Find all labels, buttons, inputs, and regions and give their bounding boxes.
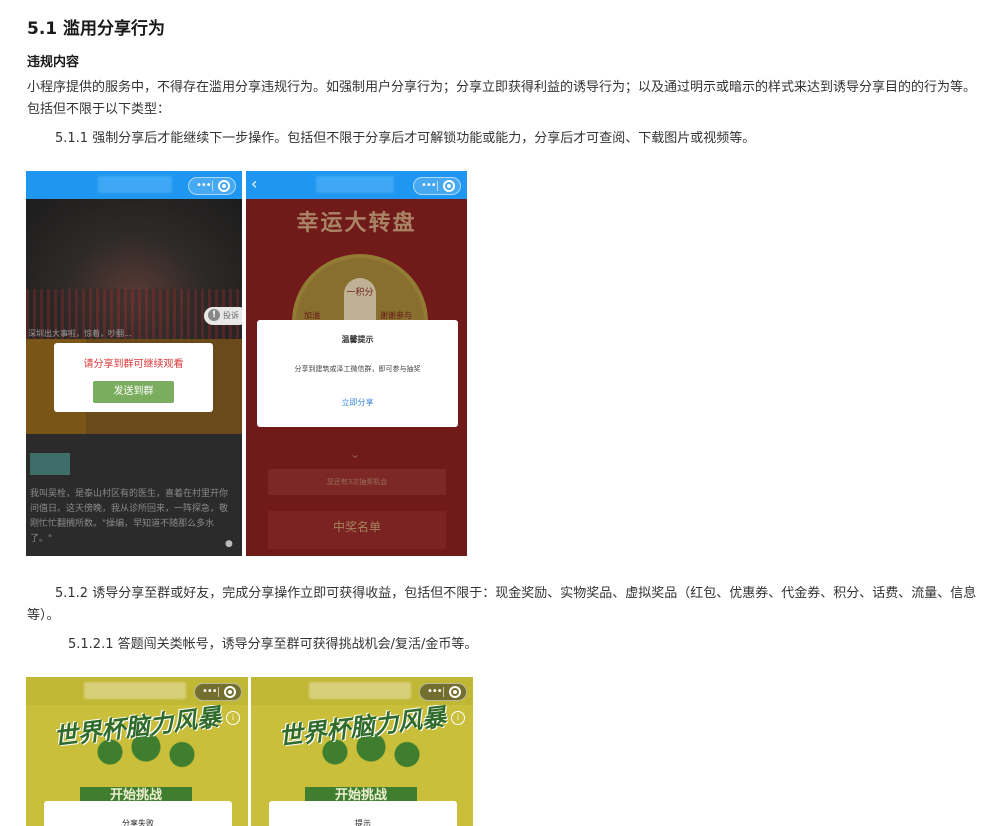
subheading-violation-content: 违规内容: [27, 55, 80, 70]
mini-program-navbar: •••: [251, 677, 473, 705]
capsule-divider: [437, 181, 438, 191]
more-icon: •••: [421, 180, 437, 191]
capsule-divider: [443, 687, 444, 697]
more-icon: •••: [427, 686, 443, 697]
paragraph-5-1-2: 5.1.2 诱导分享至群或好友，完成分享操作立即可获得收益，包括但不限于：现金奖…: [27, 586, 977, 623]
mini-program-navbar: ‹ •••: [246, 171, 467, 199]
tip-modal-title: 温馨提示: [341, 335, 374, 344]
share-modal-text: 请分享到群可继续观看: [83, 359, 184, 370]
mini-program-navbar: •••: [26, 171, 242, 199]
story-text: 我叫吴栓，是泰山村区有的医生，喜着在村里开你问值日。这天傍晚，我从诊所回来，一阵…: [30, 489, 229, 544]
paragraph-5-1-1: 5.1.1 强制分享后才能继续下一步操作。包括但不限于分享后才可解锁功能或能力，…: [55, 131, 756, 146]
tip-modal: 温馨提示 分享到建筑或泽工微信群，即可参与抽奖 立即分享: [257, 320, 458, 427]
example-screenshot-quiz-tip: 世界杯脑力风暴 i 开始挑战 ••• 提示: [251, 677, 473, 826]
tip-dialog: 提示: [269, 801, 457, 826]
blurred-title: [84, 682, 186, 699]
example-screenshot-forced-share-video: 深圳出大事啦，惊着，吵翻... 我叫吴栓，是泰山村区有的医生，喜着在村里开你问值…: [26, 171, 242, 556]
report-label: 投诉: [223, 311, 239, 320]
info-icon[interactable]: i: [226, 711, 240, 725]
info-icon[interactable]: i: [451, 711, 465, 725]
section-title: 5.1 滥用分享行为: [27, 19, 166, 39]
capsule-menu[interactable]: •••: [419, 683, 467, 701]
example-screenshot-lottery-share: 幸运大转盘 一积分 加油 谢谢参与 ⌄ 您还有3次抽奖机会 中奖名单 ‹ •••…: [246, 171, 467, 556]
capsule-divider: [218, 687, 219, 697]
send-to-group-button[interactable]: 发送到群: [93, 381, 174, 403]
wechat-icon: ●: [225, 539, 233, 549]
blurred-title: [316, 176, 394, 193]
paragraph-5-1-2-1: 5.1.2.1 答题闯关类帐号，诱导分享至群可获得挑战机会/复活/金币等。: [68, 637, 478, 652]
capsule-menu[interactable]: •••: [188, 177, 236, 195]
close-mini-program-icon: [218, 180, 230, 192]
paragraph-intro: 小程序提供的服务中，不得存在滥用分享违规行为。如强制用户分享行为；分享立即获得利…: [27, 80, 977, 117]
warning-icon: !: [208, 309, 220, 321]
news-caption: 深圳出大事啦，惊着，吵翻...: [28, 329, 132, 338]
mini-program-navbar: •••: [26, 677, 248, 705]
capsule-menu[interactable]: •••: [413, 177, 461, 195]
tip-dialog-title: 提示: [355, 819, 371, 826]
close-mini-program-icon: [449, 686, 461, 698]
close-mini-program-icon: [443, 180, 455, 192]
report-button[interactable]: ! 投诉: [204, 307, 242, 325]
capsule-menu[interactable]: •••: [194, 683, 242, 701]
document-page: 5.1 滥用分享行为 违规内容 小程序提供的服务中，不得存在滥用分享违规行为。如…: [0, 0, 1007, 826]
share-now-link[interactable]: 立即分享: [257, 397, 458, 408]
share-modal: 请分享到群可继续观看 发送到群: [54, 343, 213, 412]
tip-modal-body: 分享到建筑或泽工微信群，即可参与抽奖: [294, 365, 421, 373]
tag-block: [30, 453, 70, 475]
more-icon: •••: [196, 180, 212, 191]
blurred-title: [309, 682, 411, 699]
more-icon: •••: [202, 686, 218, 697]
share-failed-dialog: 分享失败: [44, 801, 232, 826]
share-failed-title: 分享失败: [122, 819, 154, 826]
capsule-divider: [212, 181, 213, 191]
close-mini-program-icon: [224, 686, 236, 698]
blurred-title: [98, 176, 172, 193]
example-screenshot-quiz-share-failed: 世界杯脑力风暴 i 开始挑战 ••• 分享失败: [26, 677, 248, 826]
back-arrow-icon[interactable]: ‹: [251, 174, 257, 193]
